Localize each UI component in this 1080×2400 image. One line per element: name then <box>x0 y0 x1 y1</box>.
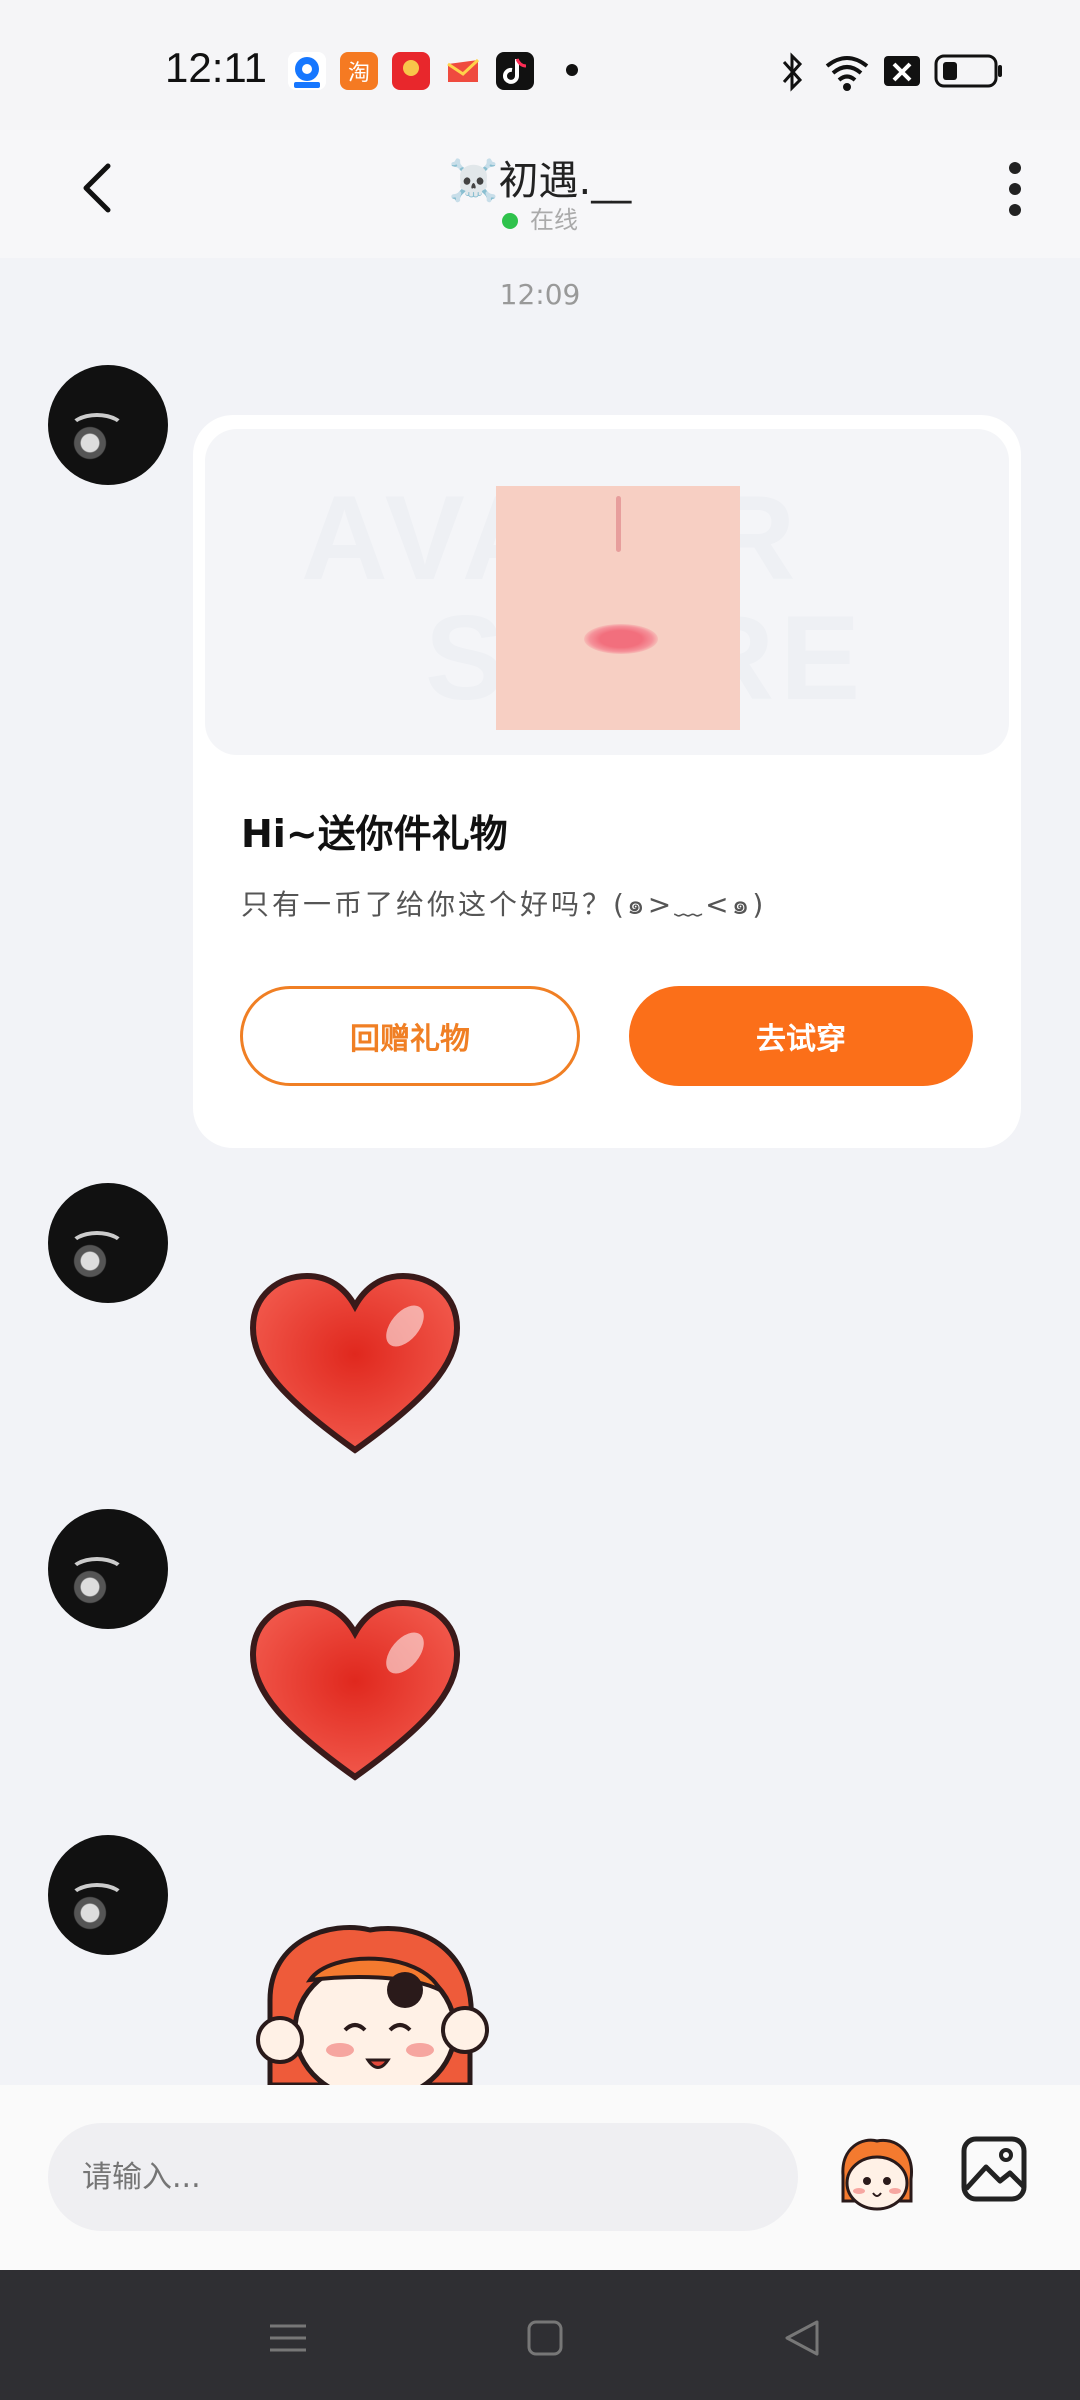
avatar[interactable] <box>48 1183 168 1303</box>
douyin-app-icon <box>496 52 534 90</box>
heart-sticker[interactable] <box>245 1597 465 1787</box>
return-gift-button[interactable]: 回赠礼物 <box>240 986 580 1086</box>
online-dot-icon <box>502 213 518 229</box>
message-timestamp: 12:09 <box>499 278 581 311</box>
lips-graphic <box>584 624 658 654</box>
gift-card-title: Hi~送你件礼物 <box>241 812 508 856</box>
online-status-label: 在线 <box>530 206 578 234</box>
message-input[interactable] <box>48 2123 798 2231</box>
battery-icon <box>934 54 1002 88</box>
gift-card: AVATAR STORE Hi~送你件礼物 只有一币了给你这个好吗？(๑>﹏<๑… <box>193 415 1021 1148</box>
wifi-icon <box>825 56 869 91</box>
heart-sticker[interactable] <box>245 1270 465 1460</box>
chat-header: ☠️初遇.__ 在线 <box>0 130 1080 258</box>
try-on-button[interactable]: 去试穿 <box>629 986 973 1086</box>
mail-app-icon <box>444 52 482 90</box>
online-status: 在线 <box>0 200 1080 235</box>
alipay-app-icon <box>288 52 326 90</box>
bluetooth-icon <box>782 52 803 92</box>
contact-name: ☠️初遇.__ <box>448 158 632 204</box>
image-picker-icon[interactable] <box>958 2133 1030 2205</box>
red-packet-app-icon <box>392 52 430 90</box>
status-time: 12:11 <box>165 44 267 91</box>
avatar[interactable] <box>48 1835 168 1955</box>
avatar[interactable] <box>48 1509 168 1629</box>
status-bar: 12:11 淘 <box>0 0 1080 130</box>
character-sticker[interactable] <box>250 1920 490 2085</box>
avatar[interactable] <box>48 365 168 485</box>
gift-card-message: 只有一币了给你这个好吗？(๑>﹏<๑) <box>241 888 767 921</box>
back-triangle-icon[interactable] <box>775 2310 831 2366</box>
notification-dot <box>566 64 578 76</box>
menu-icon[interactable] <box>260 2310 316 2366</box>
sticker-emoji-icon[interactable] <box>833 2131 921 2219</box>
nose-graphic <box>616 496 621 552</box>
taobao-app-icon: 淘 <box>340 52 378 90</box>
gift-item-image[interactable]: AVATAR STORE <box>205 429 1009 755</box>
home-icon[interactable] <box>517 2310 573 2366</box>
no-sim-icon <box>884 56 920 86</box>
more-options-icon[interactable] <box>1000 156 1030 222</box>
message-input-bar <box>0 2085 1080 2270</box>
face-item-preview <box>496 486 740 730</box>
system-navigation-bar <box>0 2270 1080 2400</box>
